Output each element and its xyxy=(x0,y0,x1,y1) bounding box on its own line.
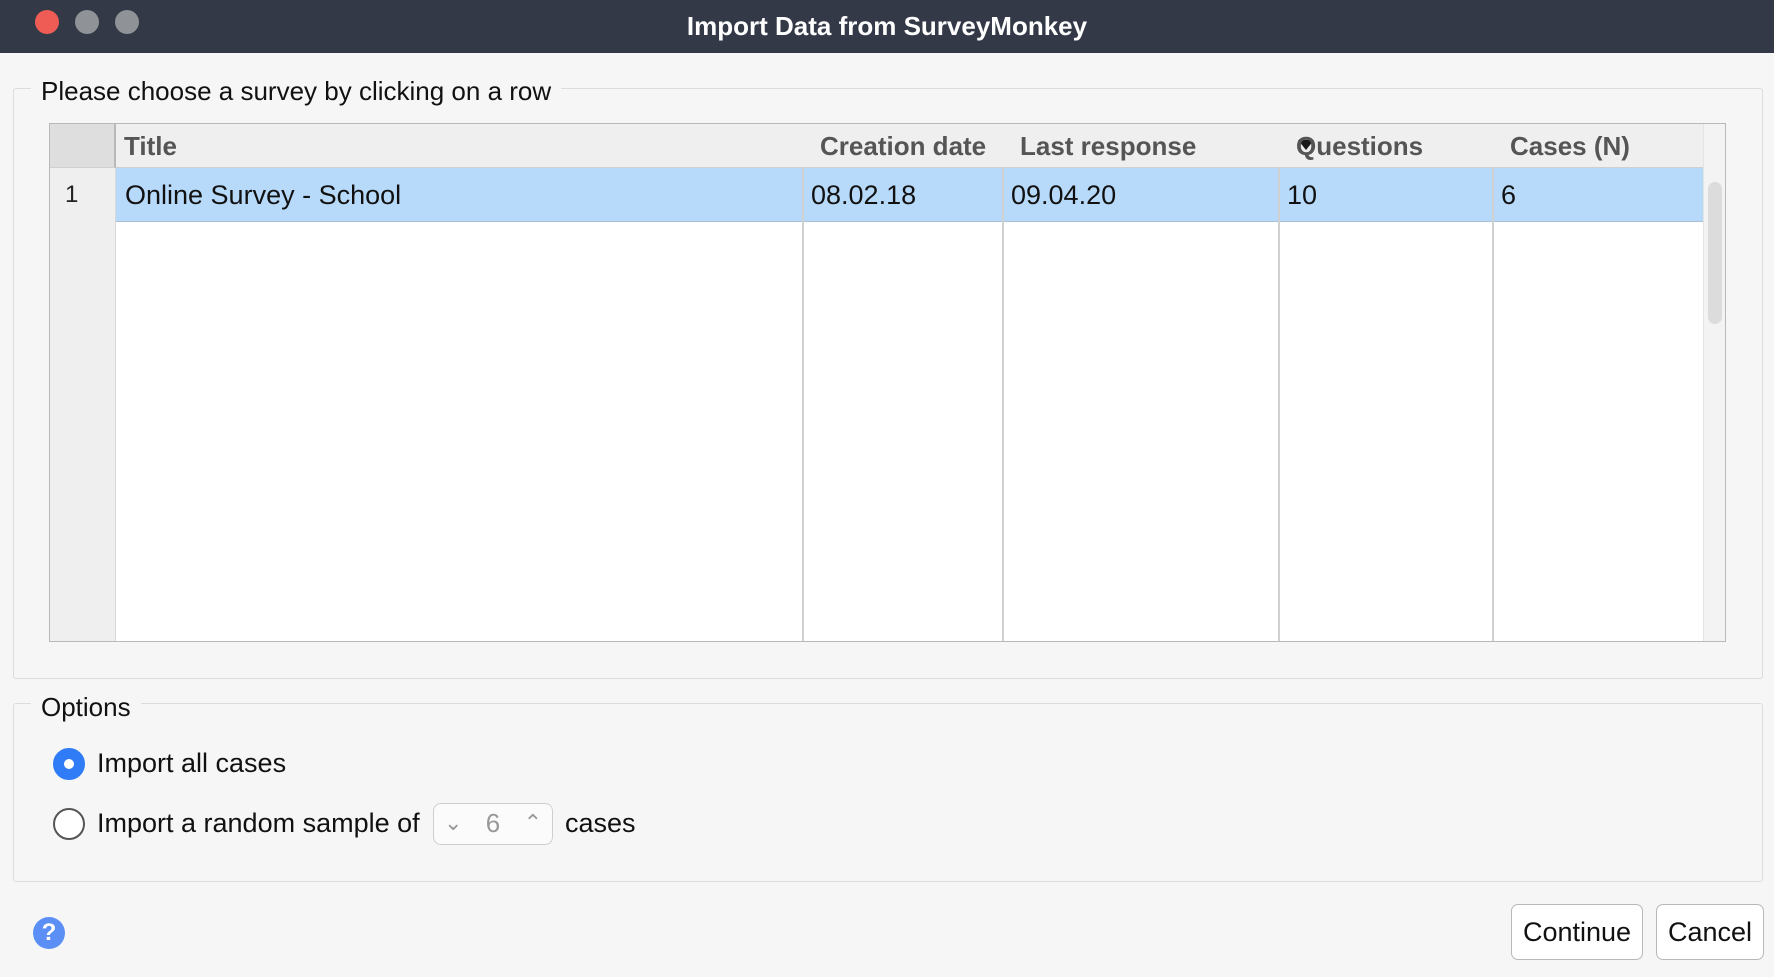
row-number: 1 xyxy=(65,181,79,208)
scrollbar-thumb[interactable] xyxy=(1708,182,1722,324)
column-header-questions[interactable]: Questions xyxy=(1288,124,1423,168)
window-title: Import Data from SurveyMonkey xyxy=(686,11,1088,41)
vertical-scrollbar[interactable] xyxy=(1703,124,1725,641)
column-header-last-response[interactable]: Last response xyxy=(1012,124,1196,168)
cancel-button[interactable]: Cancel xyxy=(1656,904,1764,960)
import-all-radio[interactable] xyxy=(53,748,85,780)
options-legend: Options xyxy=(31,692,141,723)
column-divider xyxy=(1278,168,1280,641)
chevron-up-icon[interactable]: ⌃ xyxy=(524,810,542,836)
column-divider xyxy=(1492,168,1494,641)
table-row[interactable]: Online Survey - School 08.02.18 09.04.20… xyxy=(116,168,1703,222)
minimize-window-button[interactable] xyxy=(75,10,99,34)
survey-table: Title Creation date Last response Questi… xyxy=(49,123,1726,642)
table-header: Title Creation date Last response Questi… xyxy=(116,124,1703,168)
close-window-button[interactable] xyxy=(35,10,59,34)
column-divider xyxy=(802,168,804,641)
import-all-label[interactable]: Import all cases xyxy=(97,748,286,779)
cell-cases: 6 xyxy=(1501,180,1517,210)
column-header-creation-date[interactable]: Creation date xyxy=(812,124,986,168)
continue-button[interactable]: Continue xyxy=(1511,904,1643,960)
cell-last-response: 09.04.20 xyxy=(1011,180,1117,210)
cell-title: Online Survey - School xyxy=(125,180,402,210)
column-header-title[interactable]: Title xyxy=(116,124,177,168)
cell-creation-date: 08.02.18 xyxy=(811,180,917,210)
column-divider xyxy=(1002,168,1004,641)
maximize-window-button[interactable] xyxy=(115,10,139,34)
import-sample-radio[interactable] xyxy=(53,808,85,840)
column-header-cases[interactable]: Cases (N) xyxy=(1502,124,1630,168)
help-icon[interactable]: ? xyxy=(33,917,65,949)
title-bar: Import Data from SurveyMonkey xyxy=(0,0,1774,53)
sample-size-stepper[interactable]: ⌄ 6 ⌃ xyxy=(433,803,553,845)
cell-questions: 10 xyxy=(1287,180,1318,210)
sample-suffix-label: cases xyxy=(565,808,636,838)
import-sample-label[interactable]: Import a random sample of xyxy=(97,808,420,839)
survey-selection-legend: Please choose a survey by clicking on a … xyxy=(31,76,562,107)
options-group xyxy=(13,703,1763,882)
table-corner xyxy=(50,124,116,168)
